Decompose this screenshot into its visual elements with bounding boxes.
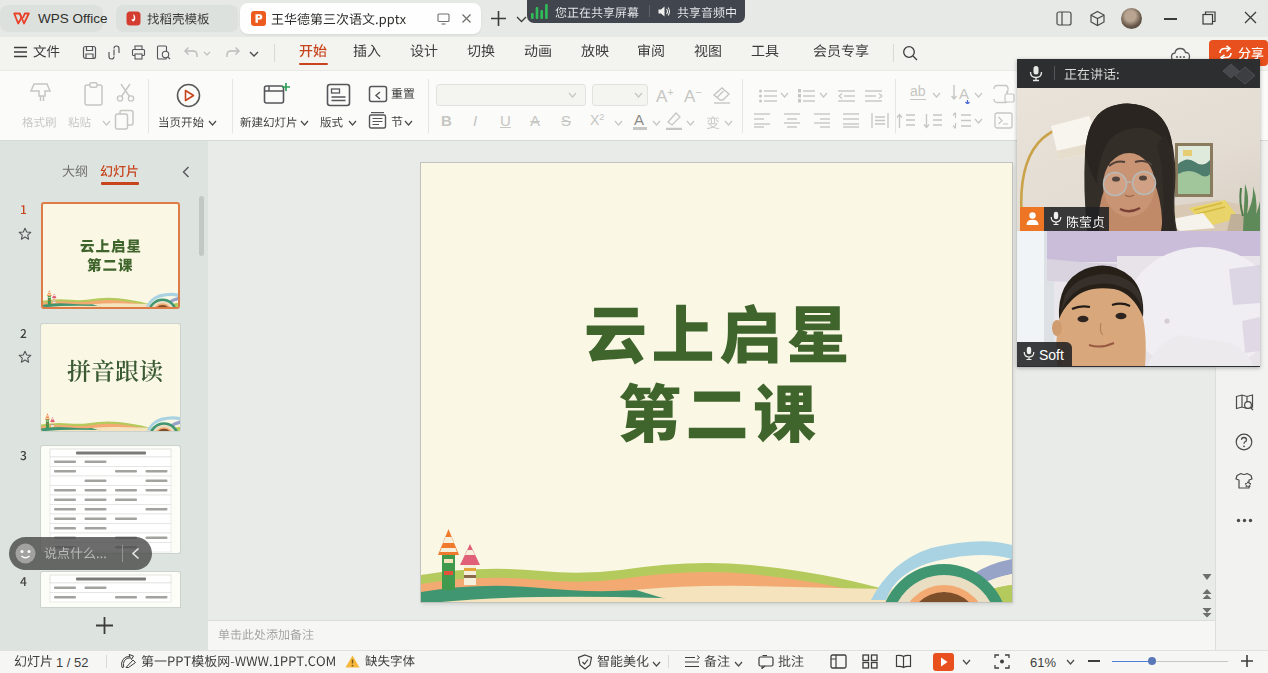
svg-text:A: A <box>959 85 969 102</box>
